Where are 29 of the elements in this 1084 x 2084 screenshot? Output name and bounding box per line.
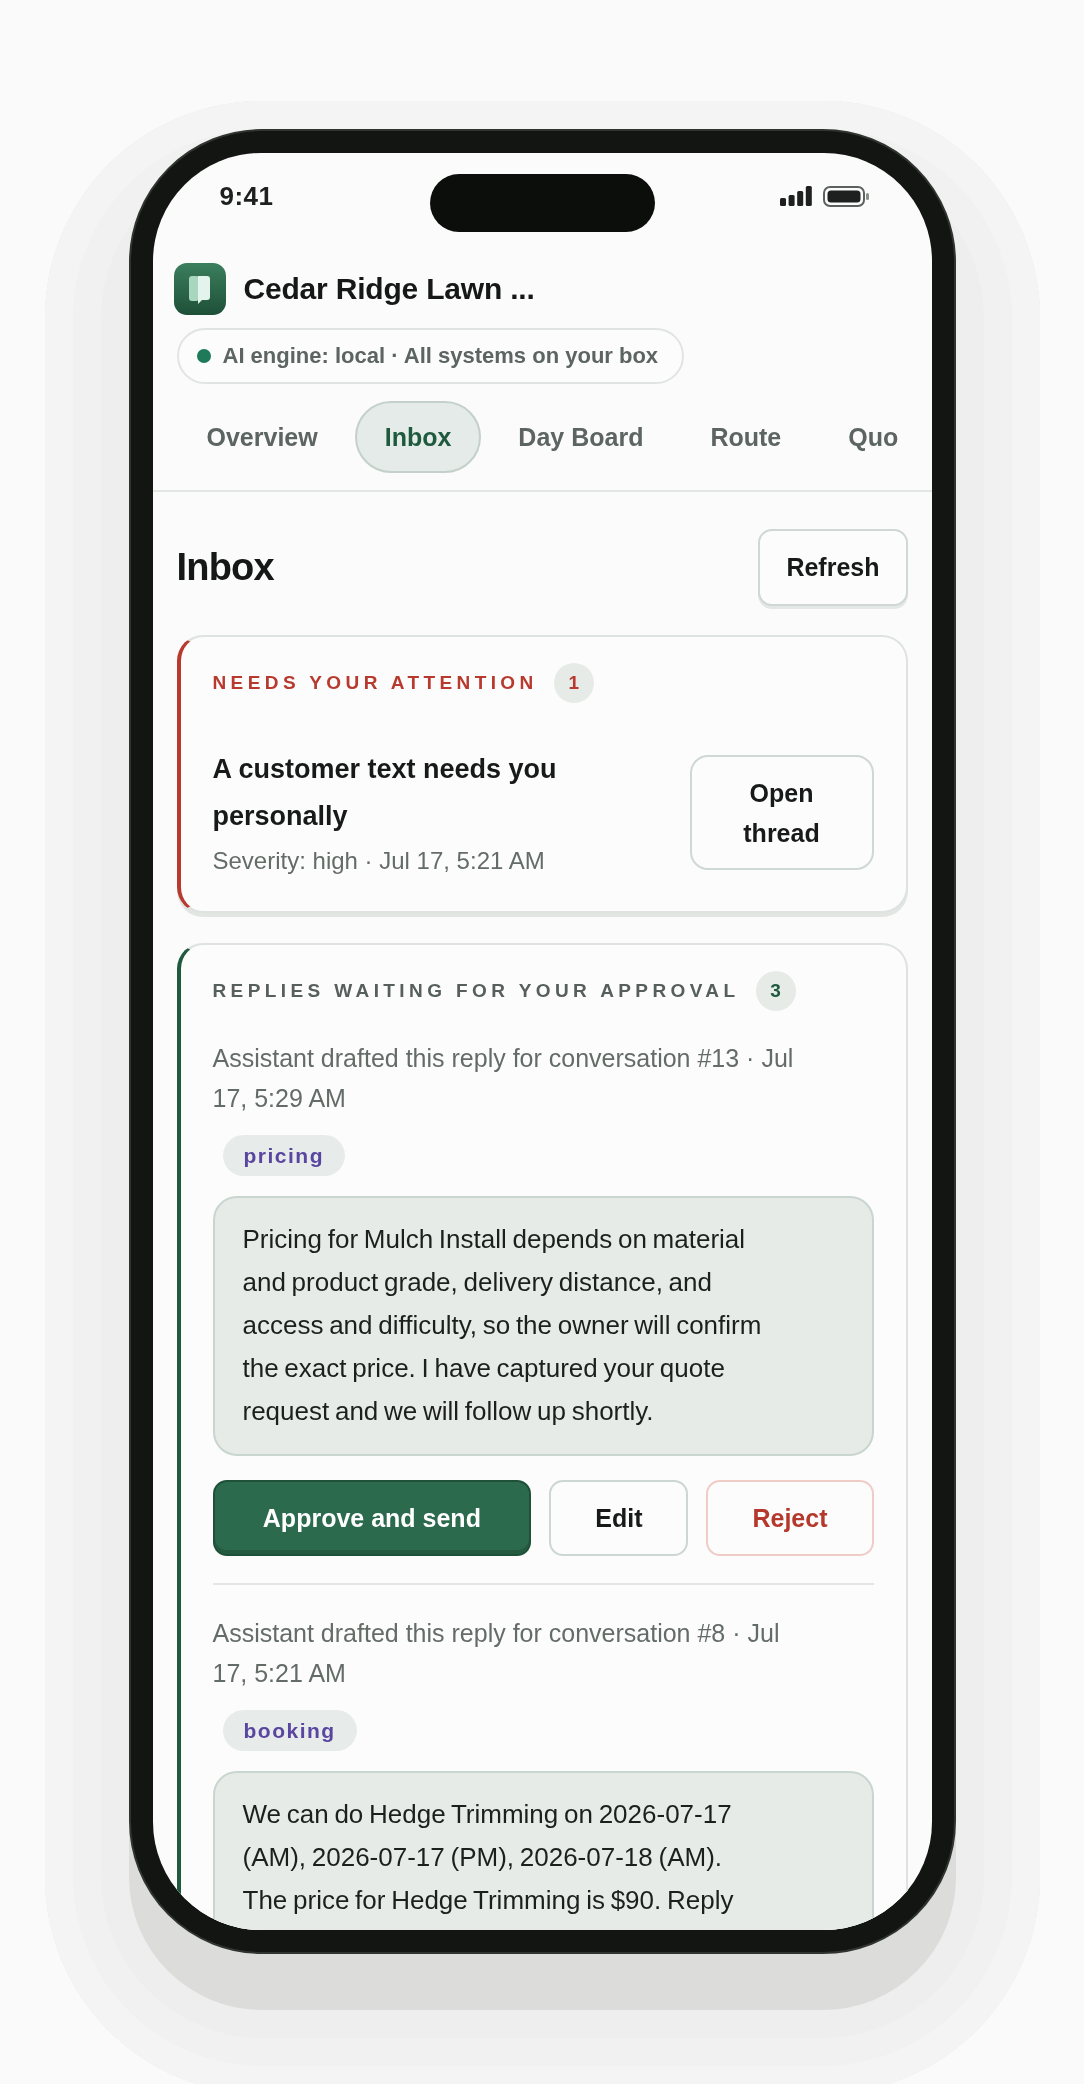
engine-status-text: AI engine: local · All systems on your box <box>222 343 659 369</box>
app-logo-icon <box>173 263 226 315</box>
battery-icon <box>822 185 869 207</box>
section-title: NEEDS YOUR ATTENTION <box>212 672 538 694</box>
nav-tab[interactable]: Route <box>680 401 812 473</box>
topic-tag: booking <box>222 1710 357 1751</box>
section-title: REPLIES WAITING FOR YOUR APPROVAL <box>212 980 740 1002</box>
count-badge: 1 <box>553 663 594 703</box>
open-thread-button[interactable]: Open thread <box>689 755 874 870</box>
nav-tab[interactable]: Overview <box>176 401 348 473</box>
nav-tab[interactable]: Inbox <box>354 401 482 473</box>
reply-text: We can do Hedge Trimming on 2026-07-17 (AM), 2026-07-17 (PM), 2026-07-18 (AM). The price for Hedge Trimming is $90. Reply <box>242 1798 735 1917</box>
nav-tab[interactable]: Quo <box>818 401 908 473</box>
count-badge: 3 <box>755 971 796 1011</box>
alert-meta: Severity: high · Jul 17, 5:21 AM <box>212 846 546 876</box>
status-time: 9:41 <box>219 180 274 212</box>
draft-meta: Assistant drafted this reply for conversation #8 · Jul 17, 5:21 AM <box>212 1618 781 1689</box>
draft-meta: Assistant drafted this reply for conversation #13 · Jul 17, 5:29 AM <box>212 1043 795 1114</box>
nav-tab[interactable]: Day Board <box>488 401 674 473</box>
topic-tag: pricing <box>222 1135 345 1176</box>
refresh-button[interactable]: Refresh <box>758 529 908 606</box>
approve-button[interactable]: Approve and send <box>212 1480 532 1556</box>
business-name: Cedar Ridge Lawn ... <box>243 272 535 306</box>
alert-title: A customer text needs you personally <box>212 753 558 833</box>
edit-button[interactable]: Edit <box>549 1480 689 1556</box>
signal-icon <box>779 186 812 206</box>
reject-button[interactable]: Reject <box>706 1480 874 1556</box>
reply-text: Pricing for Mulch Install depends on material and product grade, delivery distance, and access and difficulty, so the owner will confirm the exact price. I have captured your quote request and we will follow up shortly. <box>242 1223 763 1428</box>
page-title: Inbox <box>176 546 274 589</box>
